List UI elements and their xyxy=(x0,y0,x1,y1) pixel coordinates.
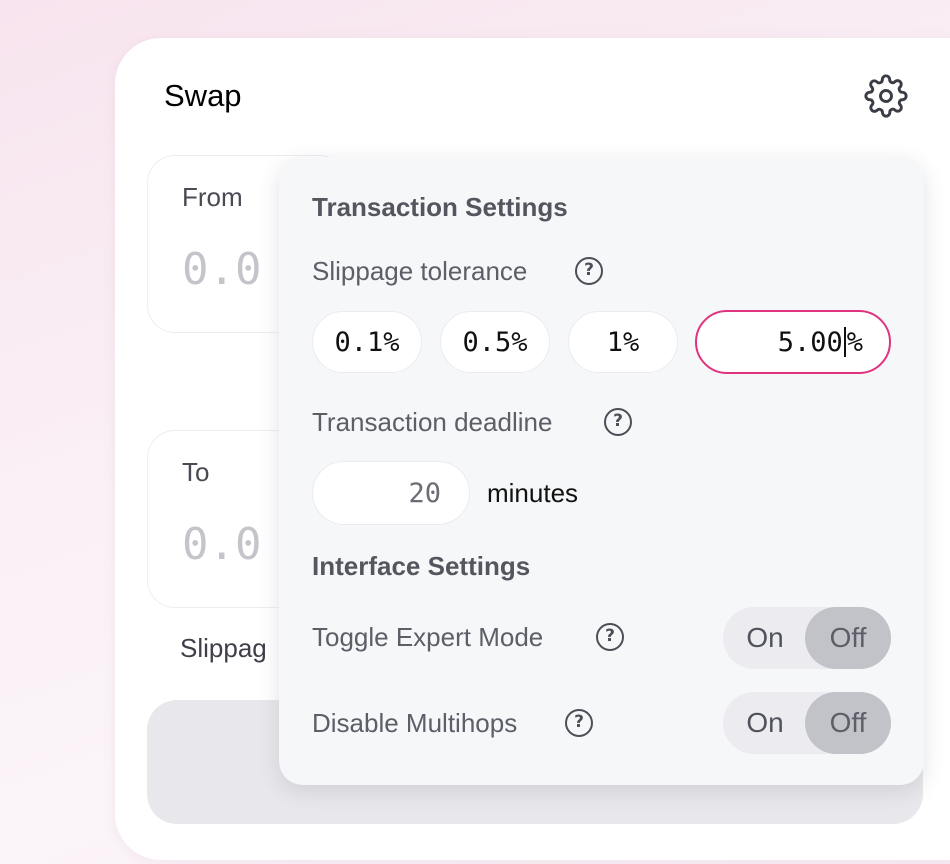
transaction-deadline-label: Transaction deadline xyxy=(312,407,553,437)
toggle-on-option[interactable]: On xyxy=(723,692,807,754)
transaction-settings-heading: Transaction Settings xyxy=(312,192,568,222)
slippage-custom-suffix: % xyxy=(846,326,863,358)
to-label: To xyxy=(182,457,210,487)
to-amount-input[interactable]: 0.0 xyxy=(182,519,261,570)
swap-title: Swap xyxy=(164,78,242,113)
expert-mode-toggle[interactable]: On Off xyxy=(723,607,891,669)
interface-settings-heading: Interface Settings xyxy=(312,551,531,581)
slippage-custom-value: 5.00 xyxy=(777,326,843,358)
multihops-label: Disable Multihops xyxy=(312,708,518,738)
text-caret xyxy=(843,327,846,357)
deadline-input[interactable]: 20 xyxy=(312,461,470,525)
from-label: From xyxy=(182,182,243,212)
slippage-summary-label: Slippag xyxy=(180,633,267,663)
multihops-toggle[interactable]: On Off xyxy=(723,692,891,754)
slippage-custom-input[interactable]: 5.00% xyxy=(695,310,891,374)
toggle-off-option[interactable]: Off xyxy=(805,692,891,754)
toggle-off-option[interactable]: Off xyxy=(805,607,891,669)
help-icon[interactable]: ? xyxy=(565,709,593,737)
slippage-option-0.1[interactable]: 0.1% xyxy=(312,311,422,373)
slippage-tolerance-label: Slippage tolerance xyxy=(312,256,528,286)
help-icon[interactable]: ? xyxy=(596,623,624,651)
deadline-unit-label: minutes xyxy=(487,478,579,508)
help-icon[interactable]: ? xyxy=(604,408,632,436)
help-icon[interactable]: ? xyxy=(575,257,603,285)
gear-icon[interactable] xyxy=(864,74,908,118)
toggle-on-option[interactable]: On xyxy=(723,607,807,669)
slippage-option-1[interactable]: 1% xyxy=(568,311,678,373)
slippage-option-0.5[interactable]: 0.5% xyxy=(440,311,550,373)
from-amount-input[interactable]: 0.0 xyxy=(182,244,261,295)
expert-mode-label: Toggle Expert Mode xyxy=(312,622,544,652)
